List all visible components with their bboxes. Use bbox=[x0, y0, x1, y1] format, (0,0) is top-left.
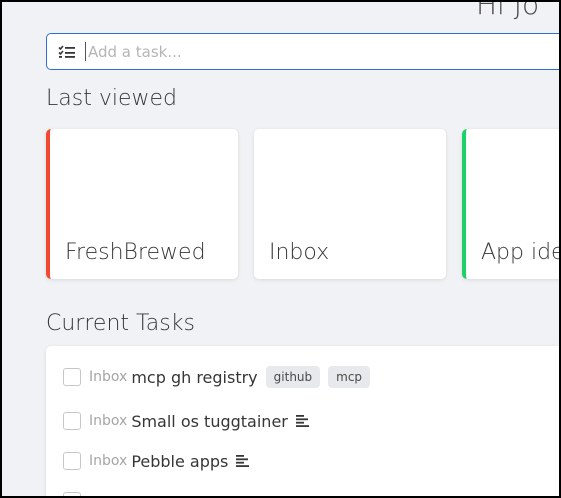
task-checkbox[interactable] bbox=[63, 412, 81, 430]
project-card-title: App ide bbox=[481, 240, 559, 265]
task-row[interactable]: Inbox mcp gh registry github mcp bbox=[63, 364, 371, 390]
task-row[interactable] bbox=[63, 488, 89, 496]
page-greeting: Hi Jo bbox=[476, 2, 540, 21]
task-title[interactable]: Small os tuggtainer bbox=[131, 412, 288, 431]
last-viewed-heading: Last viewed bbox=[46, 86, 177, 111]
task-checkbox[interactable] bbox=[63, 452, 81, 470]
project-card-inbox[interactable]: Inbox bbox=[254, 129, 446, 279]
project-card-title: FreshBrewed bbox=[65, 240, 206, 265]
project-card-app-ideas[interactable]: App ide bbox=[462, 129, 559, 279]
task-label[interactable]: github bbox=[265, 366, 321, 388]
task-title[interactable]: mcp gh registry bbox=[131, 368, 257, 387]
task-label[interactable]: mcp bbox=[328, 366, 371, 388]
task-title[interactable]: Pebble apps bbox=[131, 452, 228, 471]
task-project[interactable]: Inbox bbox=[89, 453, 127, 469]
task-project[interactable]: Inbox bbox=[89, 413, 127, 429]
task-row[interactable]: Inbox Small os tuggtainer bbox=[63, 408, 310, 434]
description-icon bbox=[236, 455, 250, 467]
add-task-field[interactable] bbox=[46, 33, 559, 70]
add-task-input[interactable] bbox=[85, 42, 559, 61]
description-icon bbox=[295, 415, 310, 427]
project-card-freshbrewed[interactable]: FreshBrewed bbox=[46, 129, 238, 279]
task-checkbox[interactable] bbox=[63, 368, 81, 386]
task-list: Inbox mcp gh registry github mcp Inbox S… bbox=[46, 346, 559, 496]
task-list-icon bbox=[47, 34, 85, 69]
project-card-title: Inbox bbox=[269, 240, 330, 265]
task-checkbox[interactable] bbox=[63, 492, 81, 496]
app-frame: Hi Jo Last viewed FreshBrewed Inbox App … bbox=[2, 2, 559, 496]
task-row[interactable]: Inbox Pebble apps bbox=[63, 448, 250, 474]
current-tasks-heading: Current Tasks bbox=[46, 311, 195, 336]
task-project[interactable]: Inbox bbox=[89, 369, 127, 385]
